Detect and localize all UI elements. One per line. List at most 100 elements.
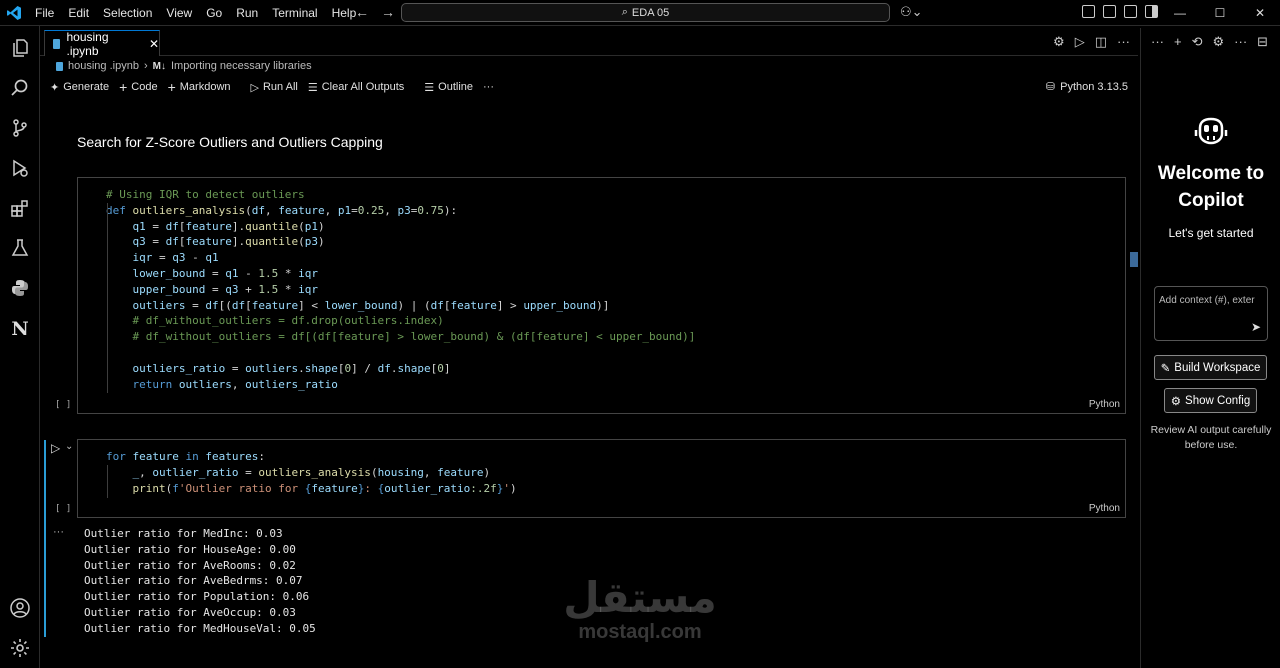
code-cell[interactable]: # Using IQR to detect outliers def outli…: [77, 177, 1126, 414]
menu-bar: File Edit Selection View Go Run Terminal…: [28, 0, 363, 26]
add-markdown-cell-button[interactable]: + Markdown: [168, 79, 231, 95]
chat-input[interactable]: Add context (#), exter ➤: [1154, 286, 1268, 341]
send-icon[interactable]: ➤: [1251, 320, 1261, 334]
show-config-button[interactable]: ⚙ Show Config: [1164, 388, 1257, 413]
menu-file[interactable]: File: [28, 0, 61, 26]
sparkle-icon: ✦: [50, 81, 60, 94]
source-control-icon[interactable]: [8, 116, 32, 140]
kernel-picker[interactable]: ⛁ Python 3.13.5: [1046, 80, 1128, 94]
back-arrow-icon[interactable]: ←: [355, 4, 369, 20]
markdown-cell-heading[interactable]: Search for Z-Score Outliers and Outliers…: [77, 134, 383, 150]
more-icon: ···: [483, 81, 494, 93]
copilot-menu-icon[interactable]: ⚇⌄: [900, 4, 923, 20]
editor-scrollbar-thumb[interactable]: [1130, 252, 1138, 267]
close-tab-icon[interactable]: ✕: [149, 37, 159, 51]
plus-icon: +: [119, 79, 128, 95]
notebook-settings-icon[interactable]: ⚙: [1053, 34, 1065, 50]
copilot-chat-panel: ··· + ⟲ ⚙ ··· ⊟ Welcome to Copilot Let's…: [1140, 28, 1280, 668]
run-all-icon: ▷: [250, 81, 259, 94]
output-line: Outlier ratio for MedHouseVal: 0.05: [84, 621, 316, 635]
forward-arrow-icon[interactable]: →: [381, 4, 395, 20]
menu-edit[interactable]: Edit: [61, 0, 96, 26]
toggle-panel-icon[interactable]: [1124, 5, 1137, 18]
new-chat-plus-icon[interactable]: +: [1174, 34, 1182, 50]
extensions-icon[interactable]: [8, 196, 32, 220]
kernel-label: Python 3.13.5: [1060, 80, 1128, 93]
breadcrumb-section[interactable]: Importing necessary libraries: [171, 60, 312, 72]
customize-layout-icon[interactable]: [1082, 5, 1095, 18]
generate-label: Generate: [63, 81, 110, 93]
output-menu-icon[interactable]: ···: [53, 526, 64, 538]
review-line: before use.: [1184, 439, 1238, 451]
account-icon[interactable]: [8, 596, 32, 620]
maximize-icon[interactable]: ☐: [1200, 0, 1240, 26]
gear-icon: ⚙: [1170, 395, 1182, 408]
history-icon[interactable]: ⟲: [1192, 34, 1203, 50]
split-editor-icon[interactable]: ◫: [1095, 34, 1107, 50]
output-line: Outlier ratio for AveOccup: 0.03: [84, 605, 296, 619]
toggle-secondary-sidebar-icon[interactable]: [1145, 5, 1158, 18]
watermark-latin: mostaql.com: [578, 621, 702, 643]
welcome-line: Copilot: [1178, 190, 1244, 211]
outline-button[interactable]: ☰ Outline: [424, 81, 473, 94]
toggle-sidebar-icon[interactable]: ⊟: [1257, 34, 1268, 50]
code-label: Code: [131, 81, 158, 93]
more-icon[interactable]: ···: [1151, 34, 1164, 50]
add-code-cell-button[interactable]: + Code: [119, 79, 157, 95]
toolbar-more-button[interactable]: ···: [483, 81, 494, 93]
build-workspace-button[interactable]: ✎ Build Workspace: [1154, 355, 1267, 380]
settings-gear-icon[interactable]: [8, 636, 32, 660]
clear-outputs-label: Clear All Outputs: [321, 81, 405, 93]
get-started-text: Let's get started: [1168, 226, 1254, 240]
notebook-toolbar: ✦ Generate + Code + Markdown ▷ Run All ☰…: [40, 76, 1138, 98]
generate-button[interactable]: ✦ Generate: [50, 81, 109, 94]
testing-flask-icon[interactable]: [8, 236, 32, 260]
tab-housing-notebook[interactable]: housing .ipynb ✕: [44, 29, 160, 58]
run-icon[interactable]: ▷: [1075, 34, 1085, 50]
toggle-primary-sidebar-icon[interactable]: [1103, 5, 1116, 18]
activity-bar: N: [0, 26, 40, 668]
vscode-logo-icon: [0, 0, 28, 26]
chat-input-placeholder: Add context (#), exter: [1159, 295, 1255, 306]
build-workspace-label: Build Workspace: [1174, 361, 1261, 374]
more-actions-icon[interactable]: ···: [1234, 34, 1247, 50]
menu-selection[interactable]: Selection: [96, 0, 159, 26]
search-icon: ⌕: [621, 6, 628, 18]
run-cell-icon[interactable]: ▷: [51, 441, 60, 455]
indent-guide: [107, 465, 108, 498]
breadcrumb-file[interactable]: housing .ipynb: [68, 60, 139, 72]
cell-language[interactable]: Python: [1089, 503, 1120, 514]
notebook-file-icon: [53, 38, 61, 49]
run-debug-icon[interactable]: [8, 156, 32, 180]
output-line: Outlier ratio for HouseAge: 0.00: [84, 542, 296, 556]
more-actions-icon[interactable]: ···: [1117, 34, 1130, 50]
menu-go[interactable]: Go: [199, 0, 229, 26]
code-cell[interactable]: for feature in features: _, outlier_rati…: [77, 439, 1126, 518]
chevron-down-icon[interactable]: ⌄: [65, 441, 73, 452]
search-sidebar-icon[interactable]: [8, 76, 32, 100]
command-center-search[interactable]: ⌕ EDA 05: [401, 3, 890, 22]
menu-run[interactable]: Run: [229, 0, 265, 26]
run-all-button[interactable]: ▷ Run All: [251, 81, 298, 94]
notion-icon[interactable]: N: [8, 316, 32, 340]
minimize-icon[interactable]: —: [1160, 0, 1200, 26]
cell-source[interactable]: # Using IQR to detect outliers def outli…: [78, 178, 1125, 392]
cell-source[interactable]: for feature in features: _, outlier_rati…: [78, 440, 1125, 496]
menu-view[interactable]: View: [159, 0, 199, 26]
tab-label: housing .ipynb: [66, 29, 109, 58]
explorer-icon[interactable]: [8, 36, 32, 60]
cell-output: Outlier ratio for MedInc: 0.03 Outlier ra…: [84, 526, 316, 637]
review-disclaimer: Review AI output carefully before use.: [1141, 423, 1280, 453]
execution-count: [ ]: [55, 400, 72, 410]
indent-guide: [107, 203, 108, 393]
title-bar: File Edit Selection View Go Run Terminal…: [0, 0, 1280, 26]
settings-gear-icon[interactable]: ⚙: [1213, 34, 1225, 50]
clear-outputs-button[interactable]: ☰ Clear All Outputs: [308, 81, 404, 94]
breadcrumb: housing .ipynb › M↓ Importing necessary …: [56, 58, 312, 74]
cell-language[interactable]: Python: [1089, 399, 1120, 410]
output-line: Outlier ratio for MedInc: 0.03: [84, 527, 283, 540]
menu-terminal[interactable]: Terminal: [265, 0, 324, 26]
close-window-icon[interactable]: ✕: [1240, 0, 1280, 26]
welcome-line: Welcome to: [1157, 163, 1265, 184]
python-icon[interactable]: [8, 276, 32, 300]
